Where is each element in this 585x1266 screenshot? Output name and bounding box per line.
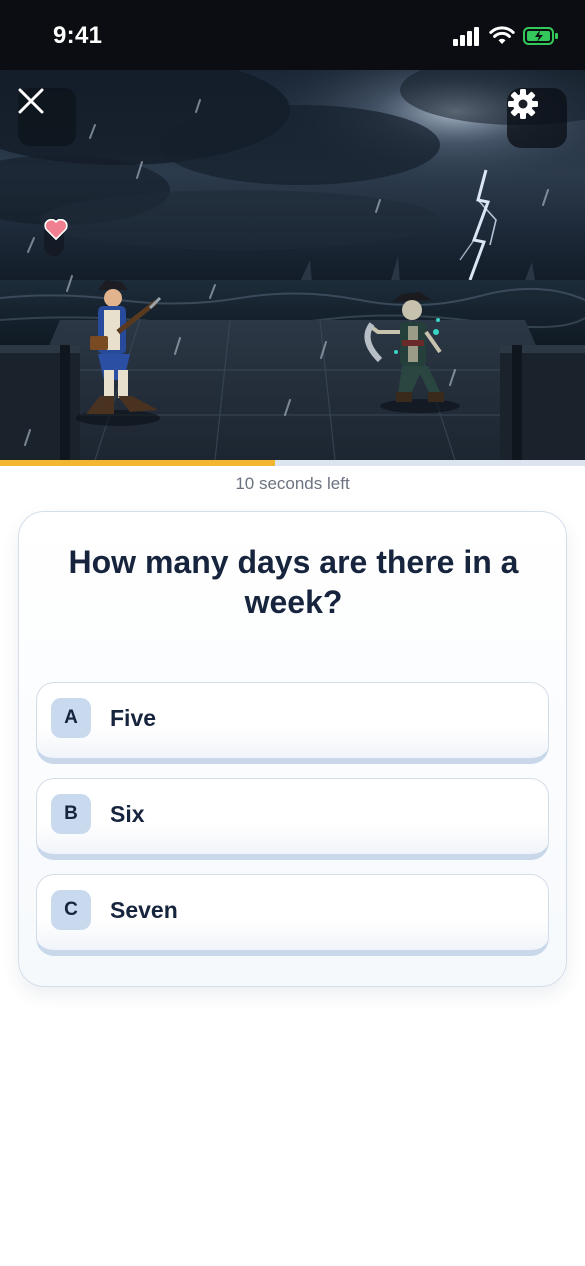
status-icons [453,26,559,46]
answer-letter-badge: C [51,890,91,930]
question-card: How many days are there in a week? A Fiv… [18,511,567,987]
status-bar: 9:41 [0,0,585,70]
game-scene [0,70,585,460]
answer-label: Six [110,801,145,827]
answer-letter-badge: A [51,698,91,738]
timer-progress-fill [0,460,275,466]
gear-icon [508,89,538,119]
signal-icon [453,27,479,46]
question-text: How many days are there in a week? [68,544,519,620]
quiz-game-screen: 9:41 10 seconds left How many days are t… [0,0,585,1266]
close-icon [18,88,44,114]
battery-icon [523,27,558,45]
close-button[interactable] [18,88,76,146]
answer-label: Seven [110,897,178,923]
scene-artwork [0,70,585,460]
status-time: 9:41 [53,22,103,49]
settings-button[interactable] [507,88,567,148]
timer-text: 10 seconds left [235,474,350,493]
answer-option-a[interactable]: A Five [36,682,549,764]
answer-letter-badge: B [51,794,91,834]
answer-label: Five [110,705,157,731]
timer-progress-bar [0,460,585,466]
answer-option-b[interactable]: B Six [36,778,549,860]
heart-icon [44,218,68,240]
wifi-icon [489,26,515,44]
answer-option-c[interactable]: C Seven [36,874,549,956]
lives-indicator [44,218,68,256]
